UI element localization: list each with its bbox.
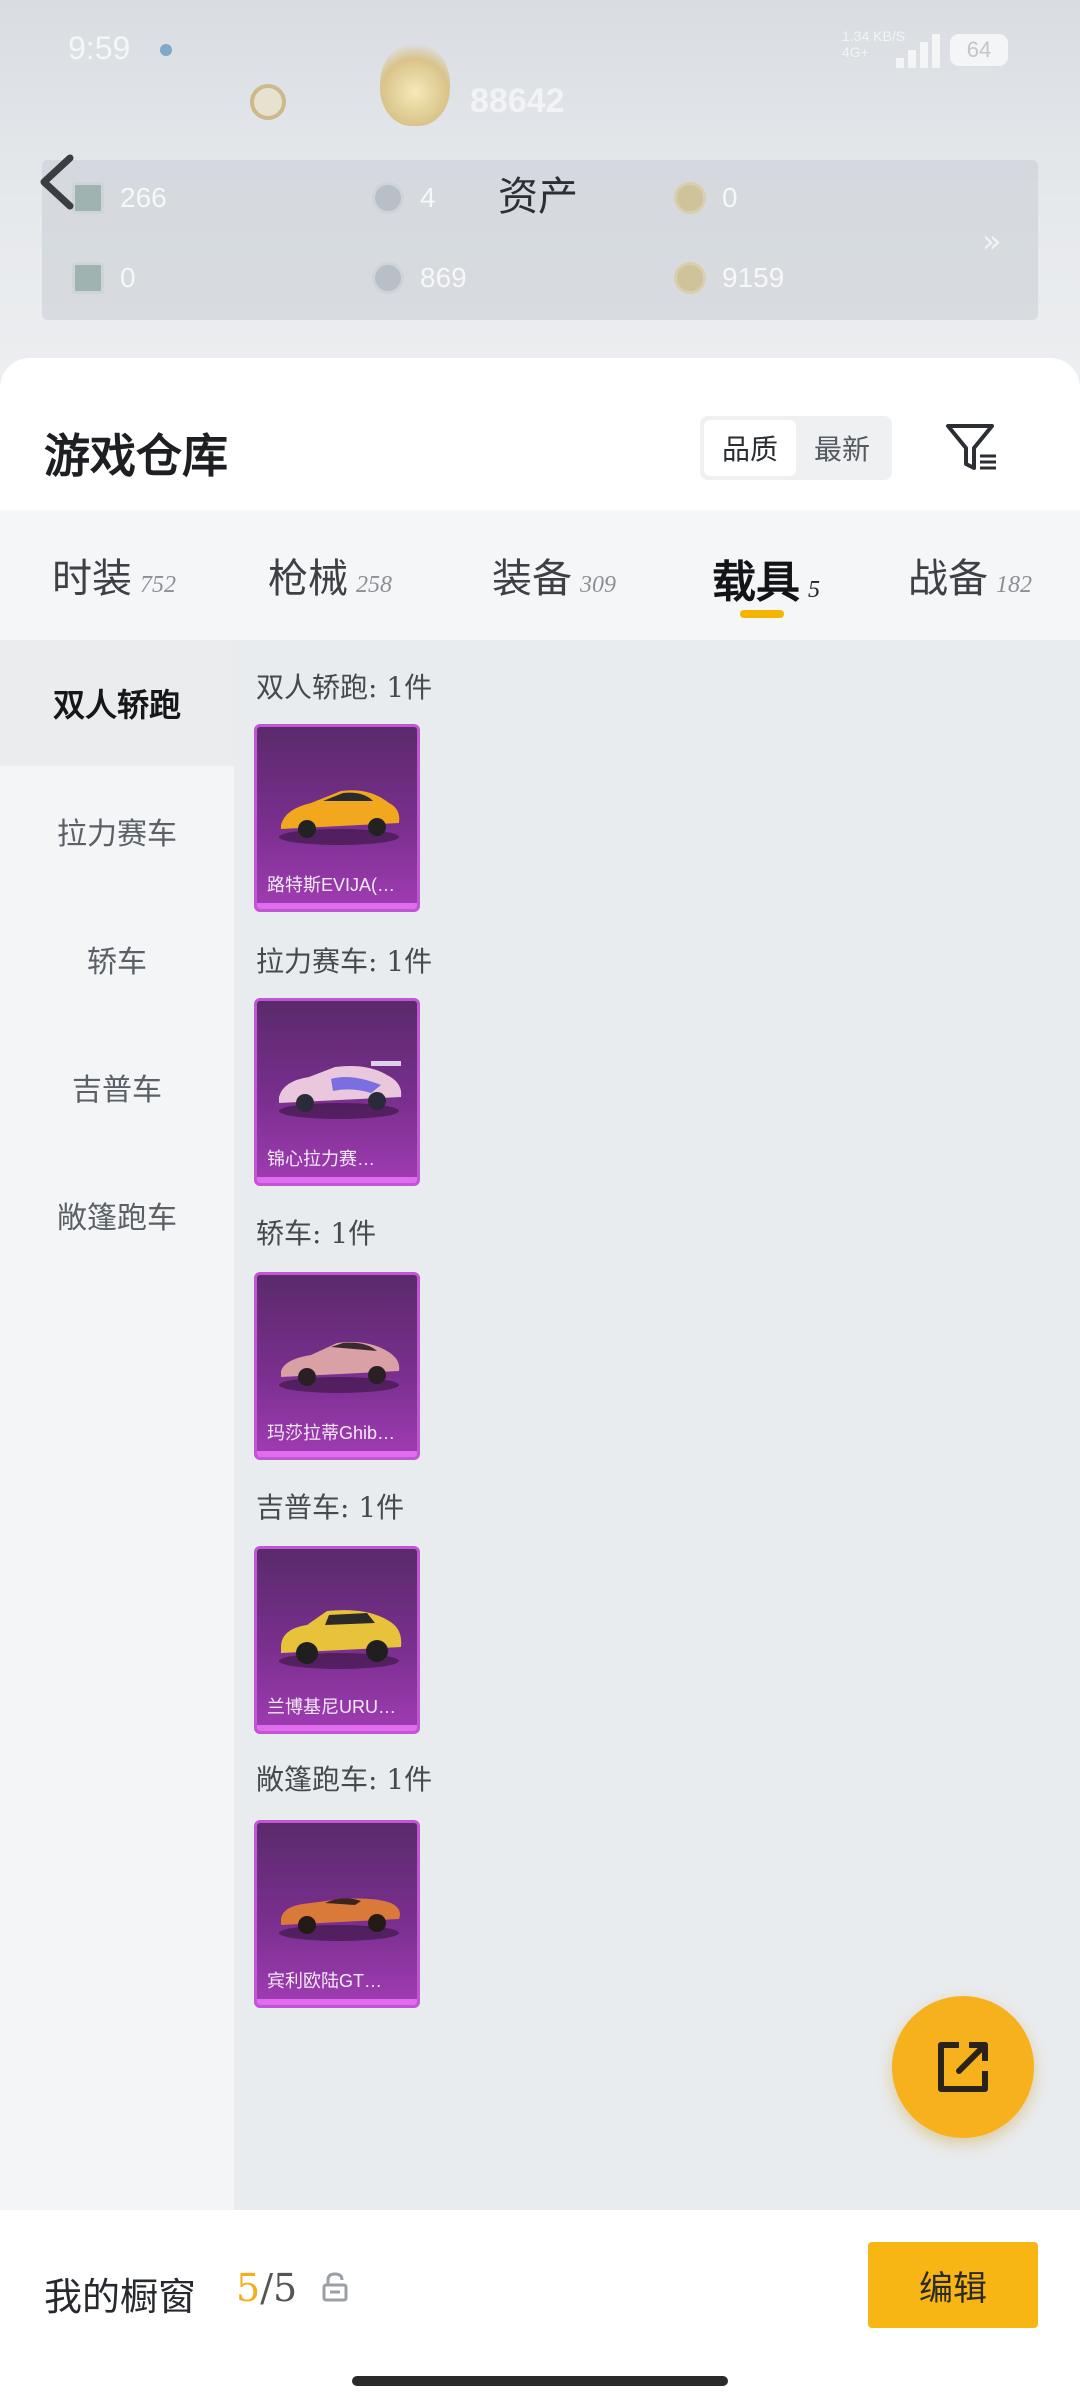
rarity-bar (257, 1451, 417, 1457)
sidebar-item-jeep[interactable]: 吉普车 (0, 1024, 234, 1150)
sidebar-item-rally[interactable]: 拉力赛车 (0, 768, 234, 894)
asset-item: 869 (372, 262, 467, 294)
vehicle-name: 锦心拉力赛… (267, 1149, 375, 1169)
back-arrow-icon[interactable] (36, 152, 80, 212)
asset-item: 266 (72, 182, 167, 214)
rarity-bar (257, 1177, 417, 1183)
tab-battle-gear[interactable]: 战备 182 (908, 546, 1032, 604)
status-time: 9:59 (68, 30, 131, 66)
car-image (279, 1342, 400, 1393)
car-image (279, 1610, 402, 1669)
group-label: 敞篷跑车: 1件 (256, 1763, 433, 1796)
silver-coin-icon (372, 182, 404, 214)
group-label: 双人轿跑: 1件 (256, 671, 433, 704)
edit-button[interactable]: 编辑 (868, 2242, 1038, 2328)
vehicle-card[interactable]: 锦心拉力赛… (254, 998, 420, 1186)
sidebar-item-convertible[interactable]: 敞篷跑车 (0, 1152, 234, 1278)
sort-newest-button[interactable]: 最新 (796, 420, 888, 476)
player-score: 88642 (470, 82, 565, 120)
home-indicator (352, 2376, 728, 2386)
active-tab-indicator (740, 610, 784, 618)
tab-equipment[interactable]: 装备 309 (492, 546, 616, 604)
asset-item: 9159 (674, 262, 784, 294)
tab-vehicles[interactable]: 载具 5 (712, 546, 820, 610)
sidebar-item-sedan[interactable]: 轿车 (0, 896, 234, 1022)
car-image (279, 1898, 400, 1941)
rarity-bar (257, 1999, 417, 2005)
filter-icon[interactable] (944, 420, 1000, 476)
tab-fashion[interactable]: 时装 752 (52, 546, 176, 604)
vehicle-name: 路特斯EVIJA(… (267, 875, 396, 895)
gold-coin-icon (674, 182, 706, 214)
page-title: 资产 (498, 174, 578, 220)
card-icon (72, 262, 104, 294)
gold-token-icon (674, 262, 706, 294)
sort-toggle: 品质 最新 (700, 416, 892, 480)
asset-more-icon[interactable]: » (982, 222, 1002, 260)
group-label: 吉普车: 1件 (256, 1491, 405, 1524)
vehicle-name: 玛莎拉蒂Ghib… (267, 1423, 396, 1443)
silver-token-icon (372, 262, 404, 294)
group-label: 拉力赛车: 1件 (256, 945, 433, 978)
asset-item: 4 (372, 182, 436, 214)
lock-icon (322, 2272, 348, 2302)
flame-emblem-icon (380, 42, 450, 126)
asset-item: 0 (72, 262, 136, 294)
warehouse-title: 游戏仓库 (44, 429, 228, 483)
vehicle-name: 兰博基尼URU… (267, 1697, 396, 1717)
subcategory-sidebar: 双人轿跑 拉力赛车 轿车 吉普车 敞篷跑车 (0, 640, 234, 2210)
tab-guns[interactable]: 枪械 258 (268, 546, 392, 604)
sort-quality-button[interactable]: 品质 (704, 420, 796, 476)
showcase-count: 5/5 (236, 2266, 298, 2310)
vehicle-card[interactable]: 玛莎拉蒂Ghib… (254, 1272, 420, 1460)
share-button[interactable] (892, 1996, 1034, 2138)
signal-icon (896, 34, 940, 68)
vehicle-card[interactable]: 路特斯EVIJA(… (254, 724, 420, 912)
group-label: 轿车: 1件 (256, 1217, 377, 1250)
battery-icon: 64 (950, 34, 1008, 66)
vehicle-name: 宾利欧陆GT… (267, 1971, 382, 1991)
showcase-title: 我的橱窗 (44, 2275, 197, 2319)
external-link-icon (938, 2042, 988, 2092)
category-tabs: 时装 752 枪械 258 装备 309 载具 5 战备 182 (0, 510, 1080, 640)
asset-item: 0 (674, 182, 738, 214)
vehicle-card[interactable]: 兰博基尼URU… (254, 1546, 420, 1734)
notification-dot-icon (160, 44, 172, 56)
rarity-bar (257, 1725, 417, 1731)
vehicle-card[interactable]: 宾利欧陆GT… (254, 1820, 420, 2008)
car-image (279, 790, 400, 845)
rank-badge-icon (250, 84, 286, 120)
sidebar-item-coupe[interactable]: 双人轿跑 (0, 640, 234, 766)
rarity-bar (257, 903, 417, 909)
car-image (279, 1061, 402, 1119)
